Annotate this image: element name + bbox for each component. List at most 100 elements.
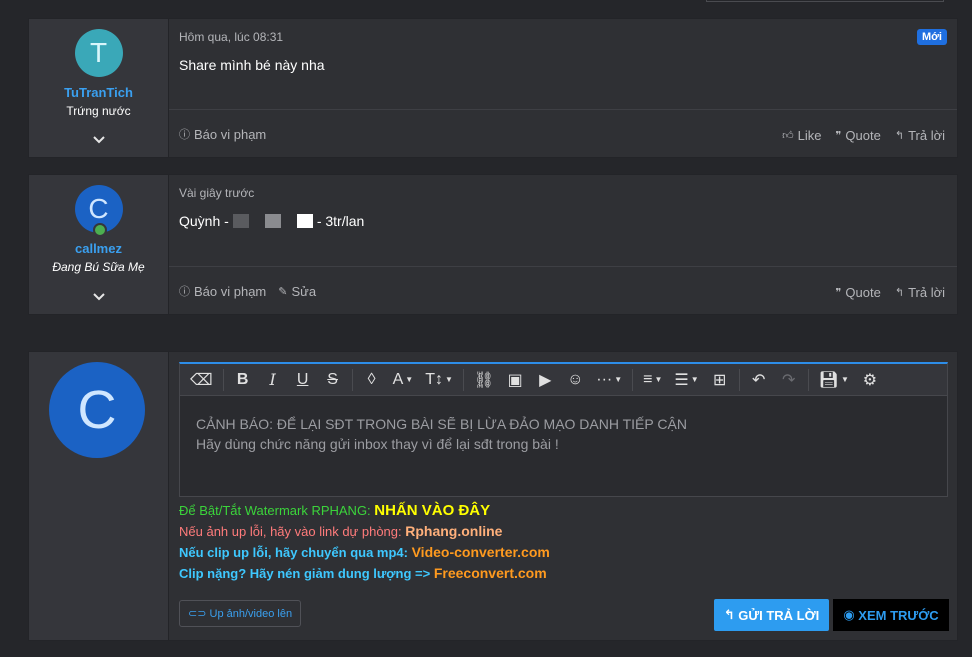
quote-icon: ❞	[835, 287, 842, 299]
like-label: Like	[797, 128, 822, 143]
reply-icon: ↰	[894, 287, 905, 299]
preview-button[interactable]: ◉ XEM TRƯỚC	[833, 599, 949, 631]
report-label: Báo vi phạm	[194, 283, 267, 299]
post-1: T TuTranTich Trứng nước Hôm qua, lúc 08:…	[28, 18, 958, 158]
list-icon[interactable]: ☰ ▼	[670, 368, 702, 392]
chevron-down-icon[interactable]	[29, 135, 168, 145]
reply-button[interactable]: ↰ Trả lời	[895, 285, 945, 300]
paperclip-icon: ⊂⊃	[188, 608, 210, 620]
message-prefix: Quỳnh -	[179, 213, 229, 229]
info-icon: ⓘ	[179, 129, 190, 141]
gear-icon[interactable]: ⚙	[857, 368, 883, 392]
align-icon[interactable]: ≡ ▼	[639, 368, 666, 392]
post-2: C callmez Đang Bú Sữa Mẹ Vài giây trước …	[28, 174, 958, 315]
text-color-icon[interactable]: ◊	[359, 368, 385, 392]
thumb-up-icon: 👍︎	[782, 130, 794, 142]
rich-text-editor: ⌫ B I U S ◊ A ▼ T↕ ▼ ⛓ ▣ ▶ ☺ ··· ▼ ≡ ▼ ☰ ▼ ⊞ …	[179, 362, 948, 497]
edit-button[interactable]: ✎ Sửa	[278, 283, 316, 299]
note-text: Nếu clip up lỗi, hãy chuyển qua mp4:	[179, 545, 412, 560]
report-button[interactable]: ⓘ Báo vi phạm	[179, 126, 266, 142]
strikethrough-icon[interactable]: S	[320, 368, 346, 392]
note-text: Clip nặng? Hãy nén giảm dung lượng =>	[179, 566, 434, 581]
quote-icon: ❞	[835, 130, 842, 142]
post-time[interactable]: Hôm qua, lúc 08:31	[179, 30, 283, 44]
upload-media-button[interactable]: ⊂⊃ Up ảnh/video lên	[179, 600, 302, 627]
avatar-letter: T	[89, 37, 108, 68]
undo-icon[interactable]: ↶	[746, 368, 772, 392]
toolbar-divider	[807, 368, 809, 391]
bold-icon[interactable]: B	[230, 368, 256, 392]
more-options-icon[interactable]: ··· ▼	[592, 368, 626, 392]
note-image-backup: Nếu ảnh up lỗi, hãy vào link dự phòng: R…	[179, 521, 550, 542]
toolbar-divider	[632, 368, 634, 391]
redacted-block	[232, 214, 249, 228]
new-badge: Mới	[916, 29, 947, 45]
send-reply-button[interactable]: ↰ GỬI TRẢ LỜI	[714, 599, 829, 631]
redacted-block	[264, 214, 281, 228]
editor-placeholder-line: CẢNH BÁO: ĐỂ LẠI SĐT TRONG BÀI SẼ BỊ LỪA…	[196, 416, 687, 432]
eye-icon: ◉	[843, 607, 859, 622]
send-label: GỬI TRẢ LỜI	[738, 607, 820, 623]
chevron-down-icon[interactable]	[29, 292, 168, 302]
note-text: Để Bật/Tắt Watermark RPHANG:	[179, 503, 375, 518]
message-text: Share mình bé này nha	[179, 57, 325, 73]
reply-user-panel: C	[29, 352, 169, 640]
save-draft-icon[interactable]: 💾︎ ▼	[815, 368, 853, 392]
link-icon[interactable]: ⛓	[470, 368, 498, 392]
avatar[interactable]: T	[74, 29, 123, 77]
quote-button[interactable]: ❞ Quote	[836, 128, 881, 143]
quote-button[interactable]: ❞ Quote	[836, 285, 881, 300]
avatar-letter: C	[88, 193, 109, 224]
table-icon[interactable]: ⊞	[707, 368, 733, 392]
user-title: Trứng nước	[66, 104, 131, 118]
reply-label: Trả lời	[908, 285, 945, 300]
pencil-icon: ✎	[278, 285, 288, 298]
report-button[interactable]: ⓘ Báo vi phạm	[179, 283, 266, 299]
quote-label: Quote	[845, 285, 881, 300]
like-button[interactable]: 👍︎ Like	[782, 128, 821, 143]
editor-toolbar: ⌫ B I U S ◊ A ▼ T↕ ▼ ⛓ ▣ ▶ ☺ ··· ▼ ≡ ▼ ☰ ▼ ⊞ …	[180, 364, 947, 396]
editor-placeholder-line: Hãy dùng chức năng gửi inbox thay vì để …	[196, 436, 559, 452]
note-video-convert: Nếu clip up lỗi, hãy chuyển qua mp4: Vid…	[179, 542, 550, 563]
post-time[interactable]: Vài giây trước	[179, 186, 254, 200]
video-icon[interactable]: ▶	[532, 368, 558, 392]
upload-label: Up ảnh/video lên	[209, 608, 293, 620]
font-size-icon[interactable]: T↕ ▼	[421, 368, 457, 392]
post-2-body: Vài giây trước Quỳnh - - 3tr/lan ⓘ Báo vi…	[169, 175, 957, 314]
online-status-icon	[92, 223, 107, 237]
toolbar-divider	[222, 368, 224, 391]
toolbar-divider	[351, 368, 353, 391]
freeconvert-link[interactable]: Freeconvert.com	[434, 565, 547, 581]
italic-icon[interactable]: I	[260, 368, 286, 392]
eraser-icon[interactable]: ⌫	[186, 368, 217, 392]
username[interactable]: callmez	[29, 241, 168, 256]
underline-icon[interactable]: U	[290, 368, 316, 392]
reply-notes: Để Bật/Tắt Watermark RPHANG: NHẤN VÀO ĐÂ…	[179, 500, 550, 584]
post-message: Share mình bé này nha	[179, 57, 325, 73]
reply-avatar: C	[49, 362, 145, 458]
username[interactable]: TuTranTich	[29, 85, 168, 100]
editor-input[interactable]: CẢNH BÁO: ĐỂ LẠI SĐT TRONG BÀI SẼ BỊ LỪA…	[180, 396, 947, 472]
quote-label: Quote	[845, 128, 881, 143]
edit-label: Sửa	[291, 283, 317, 299]
redo-icon: ↷	[781, 371, 796, 389]
reply-icon: ↰	[723, 607, 739, 622]
post-footer: ⓘ Báo vi phạm ✎ Sửa ❞ Quote ↰ Trả lời	[169, 266, 957, 314]
avatar[interactable]: C	[74, 185, 123, 237]
post-footer: ⓘ Báo vi phạm 👍︎ Like ❞ Quote ↰ Trả lời	[169, 109, 957, 157]
toolbar-divider	[738, 368, 740, 391]
watermark-toggle-link[interactable]: NHẤN VÀO ĐÂY	[374, 502, 490, 519]
note-watermark: Để Bật/Tắt Watermark RPHANG: NHẤN VÀO ĐÂ…	[179, 500, 550, 521]
info-icon: ⓘ	[179, 286, 190, 298]
reply-label: Trả lời	[908, 128, 945, 143]
font-family-icon[interactable]: A ▼	[389, 368, 418, 392]
emoji-icon[interactable]: ☺	[562, 368, 588, 392]
reply-button[interactable]: ↰ Trả lời	[895, 128, 945, 143]
image-icon[interactable]: ▣	[502, 368, 528, 392]
backup-link[interactable]: Rphang.online	[405, 523, 502, 539]
video-converter-link[interactable]: Video-converter.com	[412, 544, 550, 560]
post-1-user-panel: T TuTranTich Trứng nước	[29, 19, 169, 157]
note-compress: Clip nặng? Hãy nén giảm dung lượng => Fr…	[179, 563, 550, 584]
reply-icon: ↰	[894, 130, 905, 142]
preview-label: XEM TRƯỚC	[858, 607, 939, 623]
